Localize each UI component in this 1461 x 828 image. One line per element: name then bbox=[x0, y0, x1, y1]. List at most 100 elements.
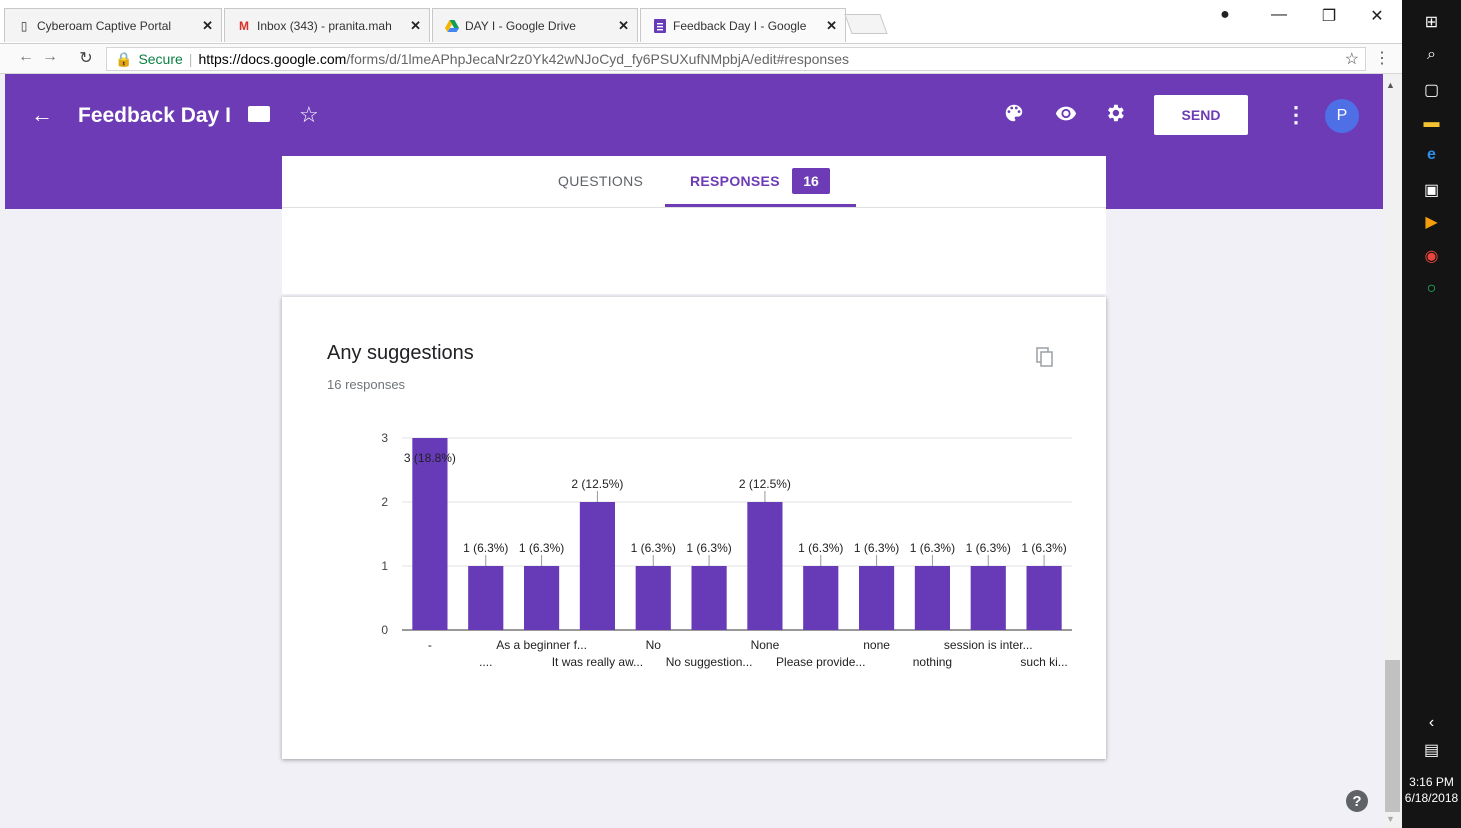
previous-question-card bbox=[282, 208, 1106, 294]
data-label: 1 (6.3%) bbox=[966, 541, 1011, 555]
gear-icon[interactable] bbox=[1104, 102, 1126, 130]
close-icon[interactable]: ✕ bbox=[618, 18, 629, 34]
y-tick-label: 1 bbox=[381, 559, 388, 573]
form-title[interactable]: Feedback Day I bbox=[78, 104, 231, 128]
data-label: 1 (6.3%) bbox=[463, 541, 508, 555]
close-icon[interactable]: ✕ bbox=[826, 18, 837, 34]
data-label: 2 (12.5%) bbox=[571, 477, 623, 491]
screen: ▯ Cyberoam Captive Portal ✕ M Inbox (343… bbox=[0, 0, 1461, 828]
x-tick-label: .... bbox=[479, 655, 492, 669]
data-label: 1 (6.3%) bbox=[854, 541, 899, 555]
y-tick-label: 2 bbox=[381, 495, 388, 509]
data-label: 1 (6.3%) bbox=[798, 541, 843, 555]
url-separator: | bbox=[188, 51, 193, 67]
forward-icon[interactable]: → bbox=[40, 48, 60, 66]
folder-icon[interactable] bbox=[248, 106, 270, 122]
x-tick-label: such ki... bbox=[1020, 655, 1067, 669]
chevron-left-icon[interactable]: ‹ bbox=[1402, 714, 1461, 732]
active-tab-indicator bbox=[665, 204, 856, 207]
secure-label: Secure bbox=[138, 51, 183, 67]
tab-questions[interactable]: QUESTIONS bbox=[558, 173, 643, 189]
url-input[interactable]: 🔒 Secure | https://docs.google.com/forms… bbox=[106, 47, 1366, 71]
clock-date: 6/18/2018 bbox=[1404, 791, 1459, 805]
close-icon[interactable]: ✕ bbox=[202, 18, 213, 34]
y-tick-label: 3 bbox=[381, 431, 388, 445]
responses-count-badge: 16 bbox=[792, 168, 830, 194]
windows-start-icon[interactable]: ⊞ bbox=[1402, 12, 1461, 32]
store-icon[interactable]: ▣ bbox=[1402, 180, 1461, 200]
scroll-up-arrow-icon[interactable]: ▲ bbox=[1386, 80, 1395, 90]
bar bbox=[858, 566, 895, 630]
x-tick-label: As a beginner f... bbox=[496, 638, 587, 652]
browser-tab-inbox[interactable]: M Inbox (343) - pranita.mah ✕ bbox=[224, 8, 430, 42]
browser-tab-label: Cyberoam Captive Portal bbox=[37, 18, 172, 33]
profile-icon[interactable]: ● bbox=[1210, 6, 1240, 24]
tab-strip: ▯ Cyberoam Captive Portal ✕ M Inbox (343… bbox=[0, 0, 1402, 44]
app-ring-icon[interactable]: ○ bbox=[1402, 280, 1461, 298]
bar bbox=[803, 566, 839, 630]
bar bbox=[523, 566, 560, 630]
restore-icon[interactable]: ❐ bbox=[1314, 6, 1344, 26]
data-label: 1 (6.3%) bbox=[910, 541, 955, 555]
more-options-icon[interactable]: ⋮ bbox=[1285, 102, 1307, 128]
browser-tab-cyberoam[interactable]: ▯ Cyberoam Captive Portal ✕ bbox=[4, 8, 222, 42]
x-tick-label: No bbox=[646, 638, 662, 652]
scrollbar-thumb[interactable] bbox=[1385, 660, 1400, 812]
question-summary-card: Any suggestions 16 responses 01233 (18.8… bbox=[282, 297, 1106, 759]
x-tick-label: session is inter... bbox=[944, 638, 1033, 652]
lock-icon: 🔒 bbox=[115, 50, 133, 67]
x-tick-label: none bbox=[863, 638, 890, 652]
url-path: /forms/d/1lmeAPhpJecaNr2z0Yk42wNJoCyd_fy… bbox=[346, 51, 849, 67]
bar bbox=[1026, 566, 1062, 630]
x-tick-label: It was really aw... bbox=[552, 655, 643, 669]
page-icon: ▯ bbox=[20, 18, 28, 33]
gmail-icon: M bbox=[239, 18, 249, 33]
forms-icon bbox=[653, 18, 667, 33]
browser-tab-label: DAY I - Google Drive bbox=[465, 18, 576, 33]
close-window-icon[interactable]: ✕ bbox=[1362, 6, 1392, 26]
bar bbox=[914, 566, 951, 630]
help-icon[interactable]: ? bbox=[1346, 790, 1368, 812]
data-label: 1 (6.3%) bbox=[519, 541, 564, 555]
new-tab-button[interactable] bbox=[844, 14, 888, 34]
browser-tab-label: Feedback Day I - Google bbox=[673, 18, 807, 33]
taskbar-clock: 3:16 PM 6/18/2018 bbox=[1402, 774, 1461, 806]
data-label: 3 (18.8%) bbox=[404, 451, 456, 465]
x-tick-label: nothing bbox=[913, 655, 952, 669]
browser-window: ▯ Cyberoam Captive Portal ✕ M Inbox (343… bbox=[0, 0, 1402, 828]
url-host: https://docs.google.com bbox=[198, 51, 347, 67]
browser-tab-feedback[interactable]: Feedback Day I - Google ✕ bbox=[640, 8, 846, 42]
y-tick-label: 0 bbox=[381, 623, 388, 637]
minimize-icon[interactable]: — bbox=[1264, 6, 1294, 24]
tab-responses[interactable]: RESPONSES bbox=[690, 173, 780, 189]
scroll-down-arrow-icon[interactable]: ▼ bbox=[1386, 814, 1395, 824]
browser-tab-drive[interactable]: DAY I - Google Drive ✕ bbox=[432, 8, 638, 42]
bar bbox=[970, 566, 1006, 630]
star-icon[interactable]: ☆ bbox=[299, 102, 319, 128]
browser-tab-label: Inbox (343) - pranita.mah bbox=[257, 18, 392, 33]
send-button[interactable]: SEND bbox=[1154, 95, 1248, 135]
data-label: 1 (6.3%) bbox=[631, 541, 676, 555]
address-bar-row: ← → ↻ 🔒 Secure | https://docs.google.com… bbox=[0, 44, 1402, 74]
file-explorer-icon[interactable]: ▬ bbox=[1402, 114, 1461, 132]
eye-icon[interactable] bbox=[1054, 102, 1078, 130]
palette-icon[interactable] bbox=[1003, 102, 1025, 130]
bar bbox=[747, 502, 783, 630]
search-icon[interactable]: ⌕ bbox=[1402, 46, 1461, 64]
edge-icon[interactable]: e bbox=[1402, 146, 1461, 164]
media-icon[interactable]: ▶ bbox=[1402, 212, 1461, 232]
back-arrow-icon[interactable]: ← bbox=[31, 102, 53, 128]
chrome-icon[interactable]: ◉ bbox=[1402, 246, 1461, 266]
back-icon[interactable]: ← bbox=[16, 48, 36, 66]
data-label: 2 (12.5%) bbox=[739, 477, 791, 491]
drive-icon bbox=[445, 19, 459, 33]
task-view-icon[interactable]: ▢ bbox=[1402, 80, 1461, 100]
avatar[interactable]: P bbox=[1325, 99, 1359, 133]
x-tick-label: None bbox=[751, 638, 780, 652]
reload-icon[interactable]: ↻ bbox=[76, 48, 96, 68]
close-icon[interactable]: ✕ bbox=[410, 18, 421, 34]
browser-menu-icon[interactable]: ⋮ bbox=[1374, 48, 1390, 68]
windows-taskbar: ⊞ ⌕ ▢ ▬ e ▣ ▶ ◉ ○ ‹ ▤ 3:16 PM 6/18/2018 bbox=[1402, 0, 1461, 828]
bookmark-star-icon[interactable]: ☆ bbox=[1345, 49, 1359, 69]
notification-icon[interactable]: ▤ bbox=[1402, 740, 1461, 760]
